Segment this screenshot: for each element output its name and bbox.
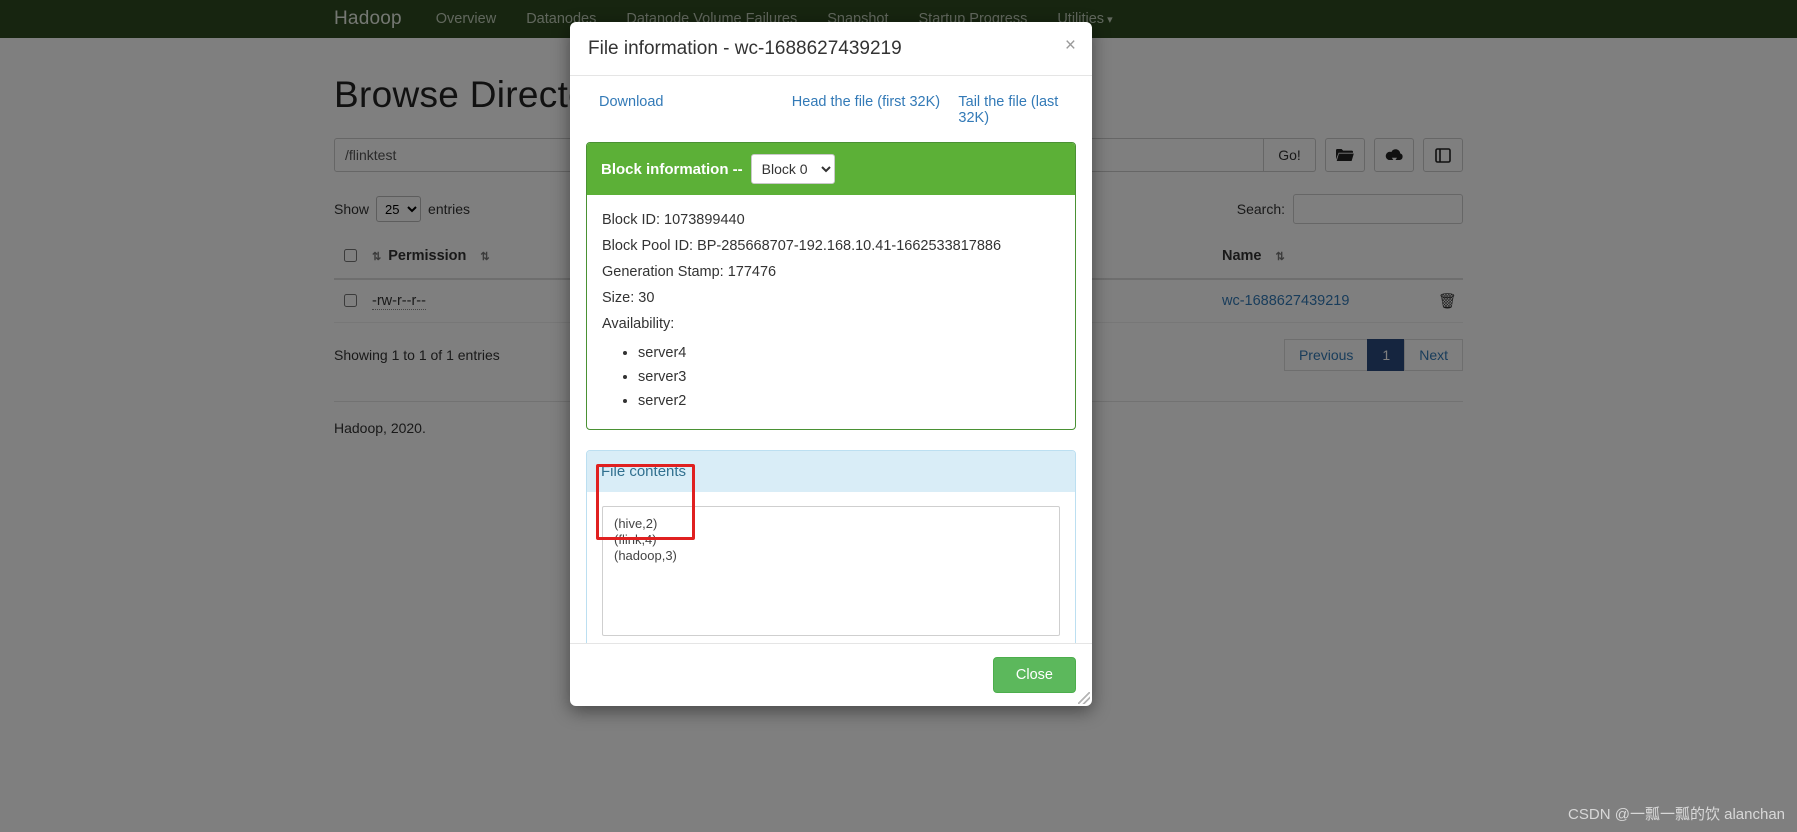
block-pool-id: Block Pool ID: BP-285668707-192.168.10.4… (602, 238, 1002, 254)
availability-label: Availability: (602, 316, 675, 332)
block-select[interactable]: Block 0 (750, 154, 835, 184)
file-contents-textarea[interactable]: (hive,2) (flink,4) (hadoop,3) (602, 506, 1060, 636)
modal-title: File information - wc-1688627439219 (588, 38, 902, 59)
download-link-wrap: Download (586, 94, 792, 126)
list-item: server2 (638, 389, 1060, 413)
modal-body: Download Head the file (first 32K) Tail … (570, 76, 1092, 704)
file-information-modal: File information - wc-1688627439219 × Do… (570, 22, 1092, 706)
close-button[interactable]: Close (992, 657, 1076, 693)
block-size: Size: 30 (602, 290, 655, 306)
file-contents-title: File contents (587, 451, 1075, 492)
close-icon[interactable]: × (1065, 36, 1076, 55)
list-item: server4 (638, 341, 1060, 365)
list-item: server3 (638, 365, 1060, 389)
tail-file-link[interactable]: Tail the file (last 32K) (958, 94, 1058, 126)
generation-stamp: Generation Stamp: 177476 (602, 264, 777, 280)
screen: Hadoop Overview Datanodes Datanode Volum… (0, 0, 1797, 832)
block-panel-header: Block information -- Block 0 (587, 143, 1075, 195)
file-contents-panel: File contents (hive,2) (flink,4) (hadoop… (586, 450, 1090, 704)
head-link-wrap: Head the file (first 32K) (792, 94, 959, 126)
watermark-text: CSDN @一瓢一瓢的饮 alanchan (1568, 806, 1785, 823)
block-id: Block ID: 1073899440 (602, 212, 745, 228)
modal-footer: Close (570, 643, 1092, 706)
tail-link-wrap: Tail the file (last 32K) (958, 94, 1076, 126)
file-action-links: Download Head the file (first 32K) Tail … (586, 90, 1076, 142)
availability-list: server4 server3 server2 (602, 341, 1060, 413)
file-contents-body: (hive,2) (flink,4) (hadoop,3) (587, 492, 1090, 704)
head-file-link[interactable]: Head the file (first 32K) (792, 94, 940, 110)
modal-header: File information - wc-1688627439219 × (570, 22, 1092, 76)
download-link[interactable]: Download (599, 94, 664, 110)
block-information-panel: Block information -- Block 0 Block ID: 1… (586, 142, 1076, 430)
block-panel-body: Block ID: 1073899440 Block Pool ID: BP-2… (587, 195, 1075, 429)
block-panel-title: Block information -- (601, 160, 743, 178)
